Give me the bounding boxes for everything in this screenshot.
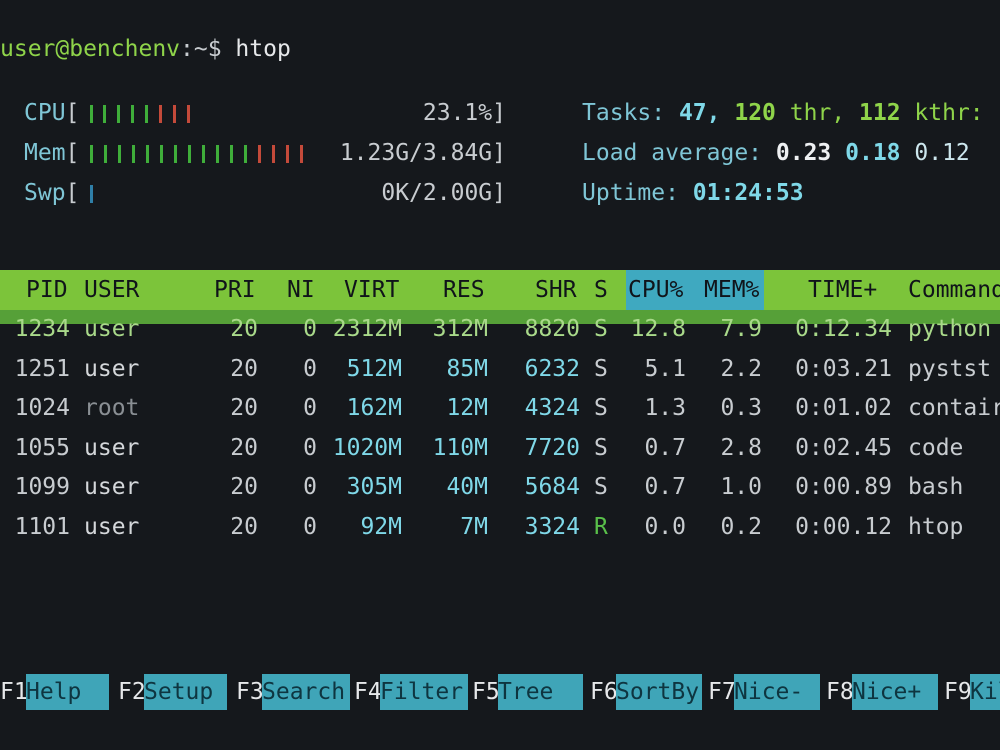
col-cpu[interactable]: CPU% [628, 275, 683, 305]
fkey-number: F1 [0, 679, 28, 705]
fkey-label: Setup [144, 674, 227, 710]
fkey-label: Search [262, 674, 350, 710]
col-shr[interactable]: SHR [535, 275, 577, 305]
tasks-count: 47, [678, 100, 721, 126]
cell-command: contair [908, 395, 1000, 422]
load-average: Load average: 0.23 0.18 0.12 [582, 140, 970, 166]
cell-time: 0:01.02 [795, 395, 892, 422]
col-pid[interactable]: PID [26, 275, 68, 305]
fkey-label: Nice- [734, 674, 820, 710]
cell-command: htop [908, 514, 964, 540]
mem-meter-label: Mem [24, 140, 66, 166]
fkey-number: F9 [944, 679, 972, 705]
load-1min: 0.23 [775, 140, 832, 166]
tasks-summary: Tasks: 47, 120 thr, 112 kthr: [582, 100, 984, 126]
fkey-number: F5 [472, 679, 500, 705]
col-res[interactable]: RES [443, 275, 485, 305]
fkey-label: Tree [498, 674, 583, 710]
swap-meter-label: Swp [24, 180, 66, 206]
fkey-number: F8 [826, 679, 854, 705]
cell-command: code [908, 434, 964, 461]
function-key-bar: F1 Help F2 Setup F3 Search F4 Filter F5 Tree F6 Sor… [0, 674, 1000, 710]
cell-time: 0:12.34 [795, 316, 892, 342]
fkey-number: F6 [590, 679, 618, 705]
cell-time: 0:00.89 [795, 474, 892, 501]
swap-meter-value: 0K/2.00G [381, 180, 493, 206]
fkey-label: Filter [380, 674, 468, 710]
cell-time: 0:02.45 [795, 434, 892, 461]
fkey-label: Nice+ [852, 674, 938, 710]
col-ni[interactable]: NI [287, 275, 315, 305]
col-time[interactable]: TIME+ [808, 275, 877, 305]
load-5min: 0.18 [845, 140, 901, 166]
swap-meter-bar [90, 185, 93, 203]
cell-command: pystst [908, 355, 992, 382]
fkey-label: Help [26, 674, 109, 710]
process-table-header: PID USER PRI NI VIRT RES SHR S CPU% MEM%… [0, 270, 1000, 310]
kthreads-count: 112 [859, 100, 901, 126]
uptime: Uptime: 01:24:53 [582, 180, 804, 206]
col-state[interactable]: S [594, 275, 608, 305]
fkey-label: Kill [970, 674, 1000, 710]
col-command[interactable]: Command [908, 275, 1000, 305]
threads-count: 120 [734, 100, 776, 126]
col-virt[interactable]: VIRT [344, 275, 399, 305]
load-15min: 0.12 [914, 140, 970, 166]
cell-time: 0:03.21 [795, 355, 892, 382]
cell-time: 0:00.12 [795, 514, 892, 540]
fkey-label: SortBy [616, 674, 702, 710]
cpu-meter-value: 23.1% [422, 100, 493, 126]
prompt-command: htop [235, 36, 291, 62]
cell-command: python [908, 316, 992, 342]
uptime-value: 01:24:53 [692, 180, 804, 206]
cpu-meter-label: CPU [24, 100, 66, 126]
fkey-number: F3 [236, 679, 264, 705]
col-mem[interactable]: MEM% [704, 275, 759, 305]
col-user[interactable]: USER [84, 275, 139, 305]
cell-command: bash [908, 474, 964, 501]
fkey-number: F2 [118, 679, 146, 705]
fkey-number: F7 [708, 679, 736, 705]
col-pri[interactable]: PRI [214, 275, 256, 305]
prompt-path: :~$ [180, 36, 222, 62]
mem-meter-value: 1.23G/3.84G [339, 140, 493, 166]
shell-prompt: user@benchenv:~$ htop [0, 34, 291, 64]
fkey-number: F4 [354, 679, 382, 705]
prompt-user-host: user@benchenv [0, 36, 181, 62]
